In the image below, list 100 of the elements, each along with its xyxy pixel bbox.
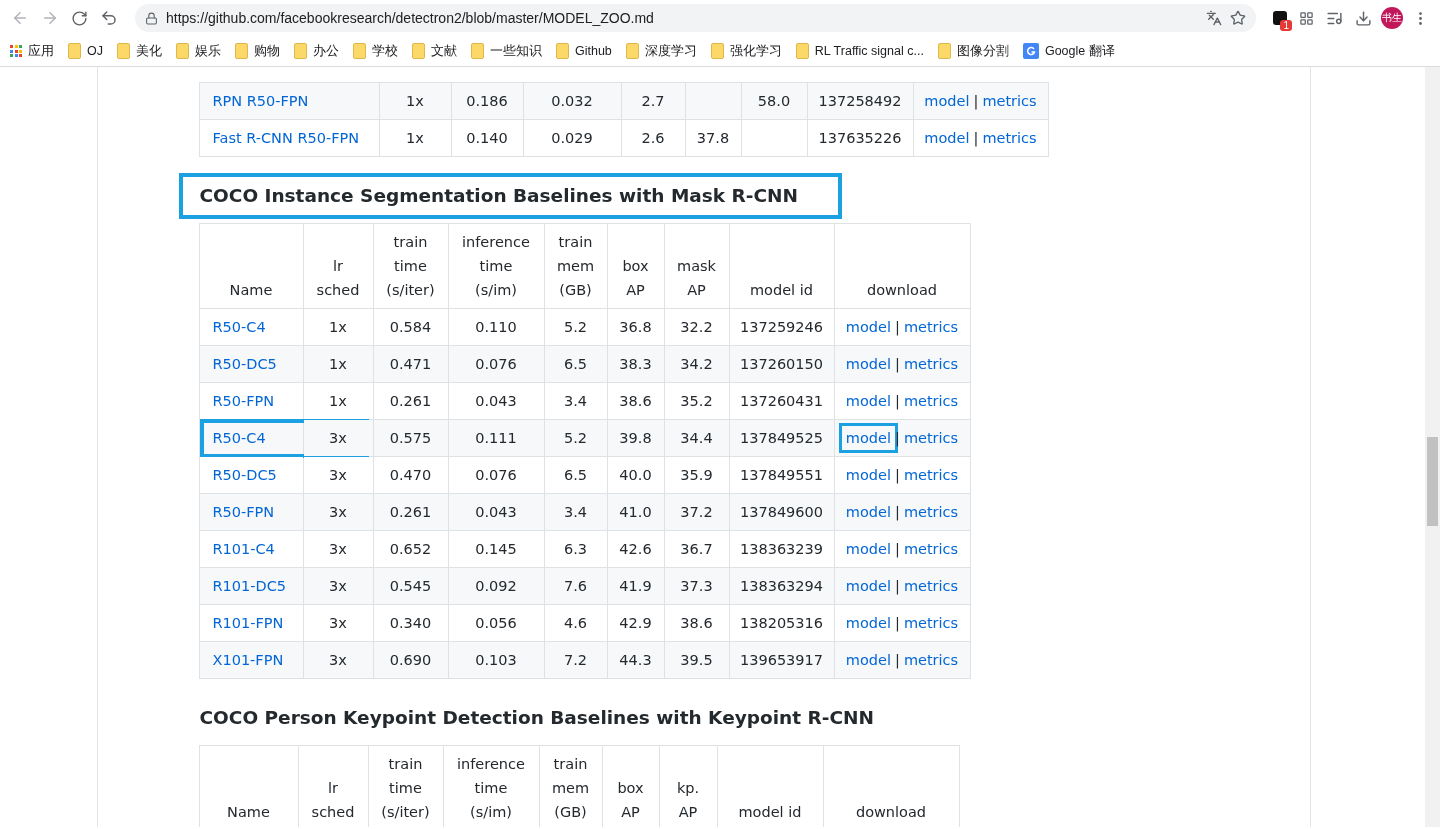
model-link[interactable]: model xyxy=(841,574,895,598)
table-cell: 2.7 xyxy=(641,93,665,109)
folder-icon xyxy=(235,43,248,59)
separator: | xyxy=(973,93,979,109)
table-cell: 40.0 xyxy=(619,467,652,483)
model-link[interactable]: model xyxy=(841,315,895,339)
bookmark-item[interactable]: 图像分割 xyxy=(937,42,1009,60)
metrics-link[interactable]: metrics xyxy=(903,356,959,372)
bookmark-item[interactable]: 学校 xyxy=(353,42,398,60)
lock-icon xyxy=(145,11,158,25)
model-link[interactable]: model xyxy=(841,611,895,635)
column-header: train time (s/iter) xyxy=(368,745,443,827)
bookmark-item[interactable]: 应用 xyxy=(10,42,54,60)
table-cell: 5.2 xyxy=(563,430,588,446)
separator: | xyxy=(895,467,900,483)
model-link[interactable]: model xyxy=(841,537,895,561)
separator: | xyxy=(895,652,900,668)
table-cell: 0.043 xyxy=(475,504,517,520)
metrics-link[interactable]: metrics xyxy=(903,393,959,409)
bookmark-item[interactable]: 文献 xyxy=(412,42,457,60)
table-cell: 6.3 xyxy=(563,541,588,557)
translate-icon[interactable] xyxy=(1206,10,1222,26)
separator: | xyxy=(895,615,900,631)
table-cell: 0.103 xyxy=(475,652,517,668)
model-link[interactable]: model xyxy=(841,389,895,413)
model-link[interactable]: model xyxy=(841,500,895,524)
bookmark-item[interactable]: 一些知识 xyxy=(471,42,542,60)
table-cell: 1x xyxy=(329,393,347,409)
table-cell: 139653917 xyxy=(740,652,823,668)
column-header: Name xyxy=(199,745,298,827)
bookmark-item[interactable]: Github xyxy=(556,43,612,59)
bookmark-star-icon[interactable] xyxy=(1230,10,1246,26)
section-heading: COCO Person Keypoint Detection Baselines with Keypoint R-CNN xyxy=(198,706,875,730)
bookmark-item[interactable]: RL Traffic signal c... xyxy=(795,43,924,59)
scrollbar[interactable] xyxy=(1425,67,1440,827)
bookmark-item[interactable]: 购物 xyxy=(235,42,280,60)
metrics-link[interactable]: metrics xyxy=(982,93,1037,109)
model-link[interactable]: model xyxy=(920,89,974,113)
table-cell: 7.6 xyxy=(563,578,588,594)
table-cell: 137849551 xyxy=(740,467,823,483)
forward-arrow-icon xyxy=(41,9,59,27)
folder-icon xyxy=(471,43,484,59)
translate-icon xyxy=(1022,43,1039,59)
table-cell: 32.2 xyxy=(680,319,713,335)
table-cell: 0.545 xyxy=(389,578,432,594)
model-link[interactable]: model xyxy=(920,126,974,150)
column-header: inference time (s/im) xyxy=(448,223,544,309)
extension-button[interactable]: 1 xyxy=(1270,8,1290,28)
table-cell: 0.029 xyxy=(551,130,593,146)
metrics-link[interactable]: metrics xyxy=(903,319,959,335)
table-cell: 137258492 xyxy=(818,93,902,109)
folder-icon xyxy=(294,43,307,59)
table-cell: 4.6 xyxy=(563,615,588,631)
address-bar[interactable]: https://github.com/facebookresearch/detectron2/blob/master/MODEL_ZOO.md xyxy=(135,4,1256,32)
column-header: train mem (GB) xyxy=(544,223,607,309)
table-cell: 0.575 xyxy=(389,430,432,446)
bookmark-item[interactable]: 办公 xyxy=(294,42,339,60)
bookmark-item[interactable]: Google 翻译 xyxy=(1022,42,1115,60)
metrics-link[interactable]: metrics xyxy=(982,130,1037,146)
column-header: train mem (GB) xyxy=(539,745,602,827)
metrics-link[interactable]: metrics xyxy=(903,467,959,483)
metrics-link[interactable]: metrics xyxy=(903,578,959,594)
table-cell: 6.5 xyxy=(563,467,588,483)
table-cell: 0.092 xyxy=(475,578,517,594)
bookmark-item[interactable]: 强化学习 xyxy=(710,42,782,60)
column-header: train time (s/iter) xyxy=(373,223,448,309)
table-cell: 7.2 xyxy=(563,652,588,668)
model-link[interactable]: model xyxy=(841,352,895,376)
table-cell: 137260150 xyxy=(740,356,823,372)
table-cell: 34.2 xyxy=(680,356,713,372)
profile-avatar[interactable]: 书生 xyxy=(1381,7,1403,29)
table-cell: 3x xyxy=(329,615,347,631)
table-cell: 0.076 xyxy=(475,356,517,372)
bookmark-item[interactable]: 深度学习 xyxy=(625,42,697,60)
metrics-link[interactable]: metrics xyxy=(903,652,959,668)
separator: | xyxy=(895,541,900,557)
table-cell: 3.4 xyxy=(563,504,588,520)
table-cell: 37.8 xyxy=(696,130,730,146)
column-header: kp. AP xyxy=(659,745,717,827)
metrics-link[interactable]: metrics xyxy=(903,504,959,520)
table-cell: 36.7 xyxy=(680,541,713,557)
notification-badge: 1 xyxy=(1280,20,1292,31)
model-link[interactable]: model xyxy=(841,648,895,672)
model-link[interactable]: model xyxy=(841,463,895,487)
metrics-link[interactable]: metrics xyxy=(903,430,959,446)
bookmark-item[interactable]: 娱乐 xyxy=(176,42,221,60)
metrics-link[interactable]: metrics xyxy=(903,541,959,557)
metrics-link[interactable]: metrics xyxy=(903,615,959,631)
folder-icon xyxy=(795,43,809,59)
bookmark-item[interactable]: 美化 xyxy=(117,42,162,60)
folder-icon xyxy=(556,43,569,59)
table-cell: 0.056 xyxy=(475,615,517,631)
table-cell: 1x xyxy=(406,130,424,146)
table-cell: 3.4 xyxy=(563,393,588,409)
table-cell: 3x xyxy=(329,578,347,594)
separator: | xyxy=(895,393,900,409)
bookmark-item[interactable]: OJ xyxy=(68,43,103,59)
table-cell: 138363294 xyxy=(740,578,823,594)
model-link[interactable]: model xyxy=(841,426,895,450)
apps-icon xyxy=(10,45,22,57)
